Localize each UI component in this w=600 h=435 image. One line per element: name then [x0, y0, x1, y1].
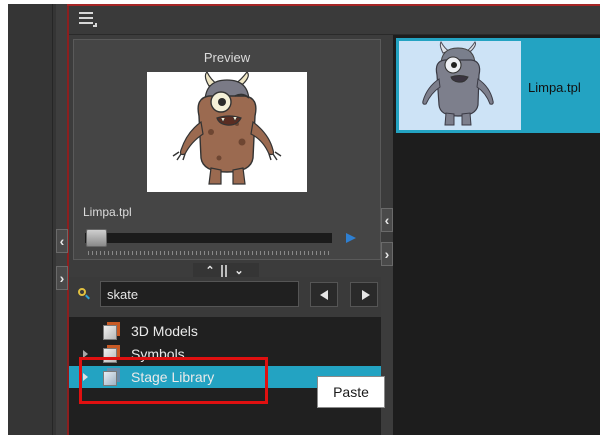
search-previous-button[interactable] [310, 282, 338, 307]
arrow-left-icon [320, 290, 328, 300]
character-illustration [172, 70, 282, 185]
tree-item-label: 3D Models [131, 323, 198, 339]
expand-panel-arrow-icon[interactable]: › [381, 242, 393, 266]
preview-title: Preview [203, 50, 251, 65]
search-input[interactable] [100, 281, 299, 307]
timeline-ticks [88, 251, 332, 255]
paste-menu-item[interactable]: Paste [317, 376, 385, 408]
thumbnail-label: Limpa.tpl [528, 80, 581, 95]
chevron-down-icon[interactable]: ⌄ [230, 265, 248, 277]
timeline-slider-track[interactable] [85, 233, 332, 243]
annotation-highlight-box [79, 357, 268, 404]
preview-image [147, 70, 307, 192]
collapse-panel-arrow-icon[interactable]: ‹ [381, 208, 393, 232]
thumbnail-character-illustration [422, 41, 494, 126]
arrow-right-icon [362, 290, 370, 300]
left-gutter [8, 4, 56, 435]
library-toolbar [69, 6, 600, 35]
splitter-grip-icon[interactable] [221, 265, 227, 277]
play-icon[interactable] [346, 233, 356, 243]
expand-right-arrow-icon[interactable]: › [56, 266, 68, 290]
thumbnail-image [399, 41, 521, 130]
timeline-slider-handle[interactable] [86, 229, 107, 247]
tree-item-3d-models[interactable]: 3D Models [69, 320, 381, 342]
hamburger-menu-icon[interactable] [79, 12, 97, 27]
chevron-up-icon[interactable]: ⌃ [201, 265, 219, 277]
collapse-left-arrow-icon[interactable]: ‹ [56, 229, 68, 253]
gutter-divider [52, 4, 53, 435]
search-next-button[interactable] [350, 282, 378, 307]
library-folder-icon [103, 322, 121, 340]
preview-filename: Limpa.tpl [83, 205, 132, 219]
